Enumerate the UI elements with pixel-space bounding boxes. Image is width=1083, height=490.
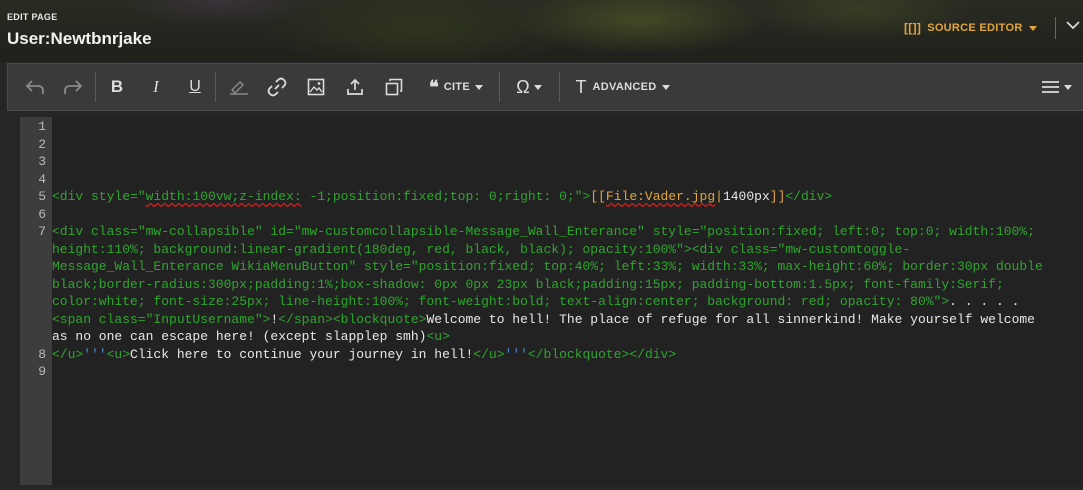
chevron-down-icon xyxy=(474,84,483,90)
line-number: 7 xyxy=(38,224,46,239)
undo-icon xyxy=(25,80,44,94)
omega-icon: Ω xyxy=(516,76,530,97)
underline-icon: U xyxy=(189,78,201,95)
cite-label: CITE xyxy=(443,81,470,93)
line-number: 9 xyxy=(38,364,46,379)
link-button[interactable] xyxy=(263,64,291,110)
code-line-7-wrap: Message_Wall_Enterance WikiaMenuButton" … xyxy=(52,259,1043,274)
signature-button[interactable] xyxy=(224,64,254,110)
text-format-icon: T xyxy=(575,76,587,97)
toolbar-separator xyxy=(215,72,216,102)
italic-button[interactable]: I xyxy=(143,64,169,110)
special-characters-dropdown[interactable]: Ω xyxy=(508,64,550,110)
cite-dropdown[interactable]: ❝ CITE xyxy=(421,64,491,110)
advanced-dropdown[interactable]: T ADVANCED xyxy=(570,64,676,110)
source-brackets-icon: [[]] xyxy=(904,21,922,35)
chevron-down-icon xyxy=(662,84,671,90)
editor-toolbar: B I U ❝ CITE Ω T ADVANCED xyxy=(7,63,1083,111)
chevron-down-icon xyxy=(533,84,542,90)
advanced-label: ADVANCED xyxy=(592,81,657,93)
bold-button[interactable]: B xyxy=(104,64,130,110)
redo-icon xyxy=(64,80,83,94)
line-number: 8 xyxy=(38,346,46,362)
code-line-7-wrap: <span class="InputUsername">!</span><blo… xyxy=(52,311,1035,327)
underline-button[interactable]: U xyxy=(182,64,208,110)
line-number: 5 xyxy=(38,189,46,204)
redo-button[interactable] xyxy=(58,64,88,110)
source-editor-dropdown[interactable]: [[]] SOURCE EDITOR xyxy=(904,20,1037,36)
code-line-7-wrap: color:white; font-size:25px; line-height… xyxy=(52,294,1020,309)
code-line-7-wrap: black;border-radius:300px;padding:1%;box… xyxy=(52,276,1004,292)
line-number-gutter: 1 2 3 4 5 6 7 8 9 xyxy=(20,117,52,485)
link-icon xyxy=(267,77,287,97)
gallery-icon xyxy=(385,78,403,96)
header-divider xyxy=(1055,17,1056,39)
image-button[interactable] xyxy=(302,64,330,110)
quote-icon: ❝ xyxy=(429,77,439,97)
chevron-down-icon xyxy=(1064,84,1072,90)
more-menu-button[interactable] xyxy=(1038,64,1076,110)
code-line-7-wrap: as no one can escape here! (except slapp… xyxy=(52,329,450,344)
signature-icon xyxy=(230,81,248,95)
upload-button[interactable] xyxy=(341,64,369,110)
line-number: 4 xyxy=(38,171,46,187)
hamburger-icon xyxy=(1042,81,1059,93)
source-editor-label: SOURCE EDITOR xyxy=(927,22,1023,34)
toolbar-separator xyxy=(95,72,96,102)
code-line-8: </u>'''<u>Click here to continue your jo… xyxy=(52,346,677,362)
edit-page-label: EDIT PAGE xyxy=(7,12,58,22)
line-number: 3 xyxy=(38,154,46,169)
toolbar-separator xyxy=(499,72,500,102)
page-title: User:Newtbnrjake xyxy=(7,29,152,48)
chevron-down-icon xyxy=(1028,25,1037,31)
undo-button[interactable] xyxy=(20,64,50,110)
line-number: 1 xyxy=(38,119,46,134)
line-number: 2 xyxy=(38,136,46,152)
gallery-button[interactable] xyxy=(380,64,408,110)
line-number: 6 xyxy=(38,206,46,222)
page-header: EDIT PAGE User:Newtbnrjake [[]] SOURCE E… xyxy=(0,0,1083,62)
collapse-chevron-icon[interactable] xyxy=(1066,18,1080,37)
italic-icon: I xyxy=(153,77,159,96)
upload-icon xyxy=(347,78,363,95)
code-line-7: <div class="mw-collapsible" id="mw-custo… xyxy=(52,224,1035,239)
code-line-5: <div style="width:100vw;z-index: -1;posi… xyxy=(52,189,833,204)
code-line-7-wrap: height:110%; background:linear-gradient(… xyxy=(52,241,911,257)
source-code-editor[interactable]: 1 2 3 4 5 6 7 8 9 <div style="width:100v… xyxy=(20,117,1083,485)
bold-icon: B xyxy=(110,77,124,96)
toolbar-separator xyxy=(559,72,560,102)
image-icon xyxy=(307,78,325,96)
